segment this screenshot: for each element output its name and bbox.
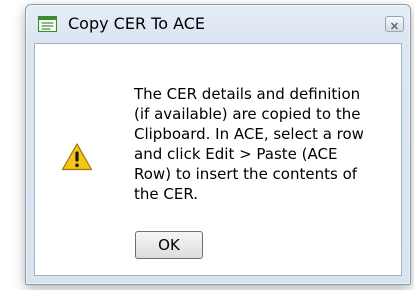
message-line: and click Edit > Paste (ACE — [134, 145, 338, 163]
dialog-content: The CER details and definition (if avail… — [34, 43, 402, 276]
dialog-title: Copy CER To ACE — [68, 14, 206, 33]
title-bar[interactable]: Copy CER To ACE — [26, 5, 410, 43]
message-line: (if available) are copied to the — [134, 105, 361, 123]
warning-icon — [61, 142, 93, 172]
message-text: The CER details and definition (if avail… — [134, 84, 374, 204]
message-line: The CER details and definition — [134, 85, 361, 103]
ok-button[interactable]: OK — [135, 231, 203, 259]
ok-button-label: OK — [158, 236, 180, 254]
close-button[interactable] — [385, 16, 404, 32]
message-line: the CER. — [134, 185, 198, 203]
close-icon — [390, 15, 399, 34]
dialog-window: Copy CER To ACE The CER details and defi… — [25, 4, 411, 285]
message-line: Clipboard. In ACE, select a row — [134, 125, 364, 143]
document-icon — [37, 15, 58, 33]
message-line: Row) to insert the contents of — [134, 165, 358, 183]
